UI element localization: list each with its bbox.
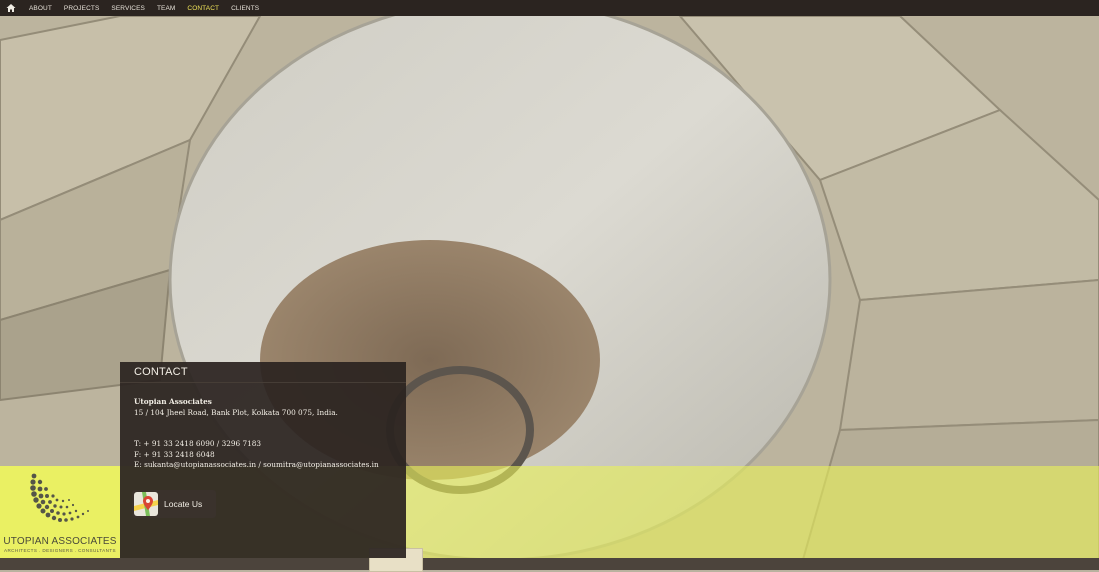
top-navigation: ABOUT PROJECTS SERVICES TEAM CONTACT CLI… [0, 0, 1099, 16]
nav-contact[interactable]: CONTACT [187, 5, 219, 12]
phone-number: T: + 91 33 2418 6090 / 3296 7183 [134, 439, 262, 448]
locate-us-button[interactable]: Locate Us [132, 490, 216, 518]
locate-us-label: Locate Us [164, 499, 203, 509]
company-name: Utopian Associates [134, 397, 212, 406]
utopian-logo[interactable]: UTOPIAN ASSOCIATES ARCHITECTS . DESIGNER… [0, 466, 120, 558]
contact-panel: CONTACT Utopian Associates 15 / 104 Jhee… [120, 362, 406, 558]
logo-tagline: ARCHITECTS . DESIGNERS . CONSULTANTS [4, 548, 116, 553]
nav-about[interactable]: ABOUT [29, 5, 52, 12]
logo-company-name: UTOPIAN ASSOCIATES [3, 536, 117, 547]
nav-clients[interactable]: CLIENTS [231, 5, 259, 12]
email-addresses[interactable]: E: sukanta@utopianassociates.in / soumit… [134, 460, 379, 469]
nav-projects[interactable]: PROJECTS [64, 5, 99, 12]
bottom-strip [0, 558, 1099, 570]
logo-dots-icon [30, 473, 89, 522]
home-icon[interactable] [5, 2, 17, 14]
nav-team[interactable]: TEAM [157, 5, 175, 12]
panel-title: CONTACT [134, 366, 188, 378]
fax-number: F: + 91 33 2418 6048 [134, 450, 215, 459]
company-address: 15 / 104 Jheel Road, Bank Plot, Kolkata … [134, 408, 338, 417]
panel-divider [120, 382, 406, 383]
map-pin-icon [134, 492, 158, 516]
nav-services[interactable]: SERVICES [111, 5, 145, 12]
